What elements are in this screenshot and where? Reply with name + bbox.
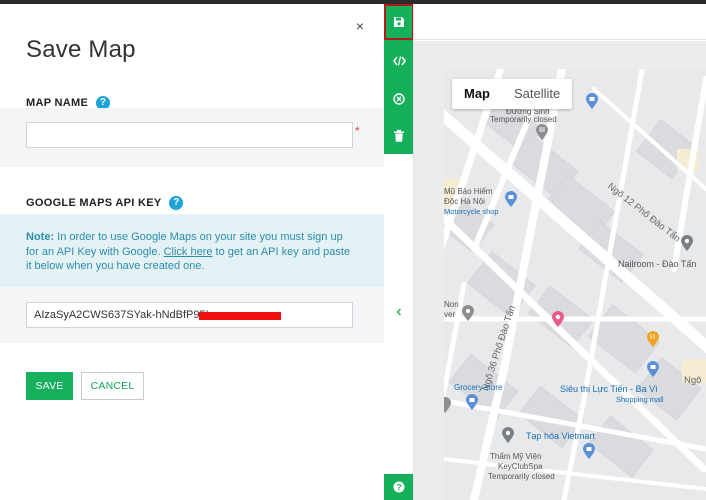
- toolbar-cancel-button[interactable]: [384, 80, 414, 118]
- toolbar-code-button[interactable]: [384, 42, 414, 80]
- api-key-label-row: GOOGLE MAPS API KEY ?: [26, 196, 184, 210]
- map-label: ver: [444, 310, 456, 319]
- street-label: Ngõ: [684, 375, 702, 386]
- map-preview[interactable]: Đường Sinh Temporarily closed Mũ Bảo Hiể…: [444, 69, 706, 500]
- preview-header: [414, 4, 706, 40]
- food-pin-icon[interactable]: [646, 331, 660, 347]
- toolbar-delete-button[interactable]: [384, 118, 414, 154]
- map-label: Siêu thị Lực Tiến - Ba Vì: [560, 384, 658, 394]
- map-label: Motorcycle shop: [444, 207, 499, 216]
- map-type-toggle: Map Satellite: [452, 79, 573, 109]
- redaction-mark: [199, 312, 281, 320]
- api-key-label: GOOGLE MAPS API KEY: [26, 197, 162, 209]
- mall-pin-icon[interactable]: [646, 361, 660, 377]
- map-type-map-button[interactable]: Map: [452, 79, 502, 109]
- map-label: Temporarily closed: [490, 115, 557, 124]
- api-key-note: Note: In order to use Google Maps on you…: [0, 214, 384, 287]
- place-pin-icon[interactable]: [444, 397, 452, 413]
- map-label: KeyClubSpa: [498, 462, 543, 471]
- shopping-pin-icon[interactable]: [585, 93, 599, 109]
- map-type-satellite-button[interactable]: Satellite: [502, 79, 572, 109]
- collapse-chevron-icon[interactable]: [392, 305, 406, 319]
- map-label: Mũ Bảo Hiểm: [444, 187, 493, 196]
- click-here-link[interactable]: Click here: [164, 246, 213, 258]
- motorcycle-shop-pin-icon[interactable]: [504, 191, 518, 207]
- editor-toolbar: ?: [384, 4, 414, 500]
- map-label: Shopping mall: [616, 395, 664, 404]
- map-label: Grocery store: [454, 383, 503, 392]
- save-icon: [394, 17, 404, 27]
- map-label: Non: [444, 300, 459, 309]
- required-marker: *: [355, 124, 360, 138]
- save-button[interactable]: SAVE: [26, 372, 73, 400]
- camera-pin-icon[interactable]: [461, 305, 475, 321]
- grocery-pin-icon[interactable]: [465, 394, 479, 410]
- code-icon: [392, 56, 406, 66]
- store-pin-icon[interactable]: [582, 443, 596, 459]
- salon-pin-icon[interactable]: [551, 311, 565, 327]
- help-icon: ?: [393, 481, 405, 493]
- map-name-input[interactable]: [26, 122, 353, 148]
- map-label: Độc Hà Nội: [444, 197, 485, 206]
- note-bold-label: Note:: [26, 231, 55, 243]
- cancel-button[interactable]: CANCEL: [81, 372, 144, 400]
- map-label: Tạp hóa Vietmart: [526, 431, 595, 441]
- restaurant-pin-icon[interactable]: [535, 124, 549, 140]
- help-icon[interactable]: ?: [169, 196, 184, 210]
- toolbar-save-button[interactable]: [384, 4, 414, 40]
- api-key-input[interactable]: [26, 302, 353, 328]
- cancel-circle-icon: [393, 93, 405, 105]
- place-pin-icon[interactable]: [680, 235, 694, 251]
- panel-title: Save Map: [26, 36, 136, 63]
- map-label: Nailroom - Đào Tấn: [618, 259, 697, 269]
- place-pin-icon[interactable]: [501, 427, 515, 443]
- map-label: Thẩm Mỹ Viện: [490, 452, 542, 461]
- toolbar-help-button[interactable]: ?: [384, 474, 414, 500]
- close-icon[interactable]: ×: [352, 18, 368, 34]
- svg-text:?: ?: [396, 482, 401, 492]
- trash-icon: [394, 130, 404, 142]
- map-label: Temporarily closed: [488, 472, 555, 481]
